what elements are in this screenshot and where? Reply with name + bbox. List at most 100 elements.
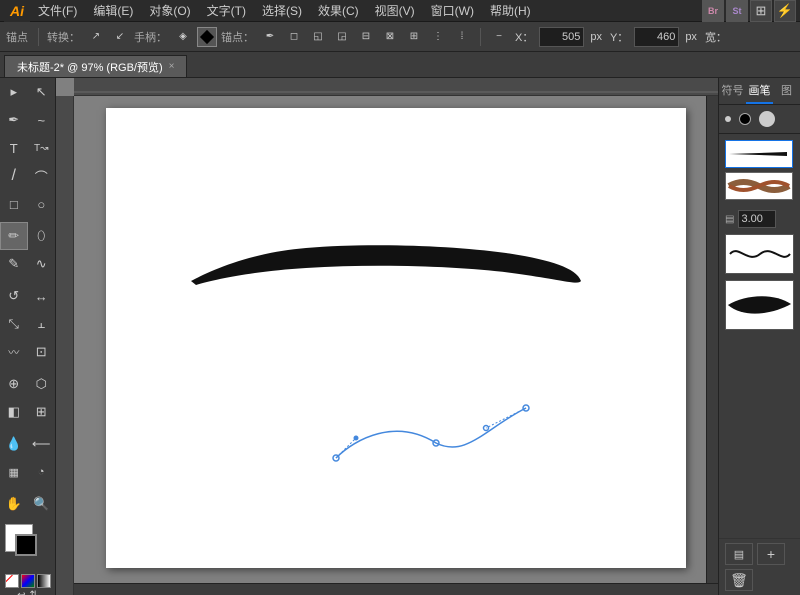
menu-type[interactable]: 文字(T) — [199, 0, 254, 22]
type-tool[interactable]: T — [0, 134, 28, 162]
brush-item-pattern[interactable] — [725, 172, 793, 200]
rotate-tool[interactable]: ↺ — [0, 282, 28, 310]
menu-select[interactable]: 选择(S) — [254, 0, 310, 22]
free-transform-tool[interactable]: ⊡ — [28, 338, 56, 366]
corner-btn2[interactable]: ◱ — [308, 27, 328, 47]
zoom-tool[interactable]: 🔍 — [28, 490, 56, 518]
menu-view[interactable]: 视图(V) — [367, 0, 423, 22]
brush-stroke — [186, 243, 586, 323]
align-btn1[interactable]: ⊟ — [356, 27, 376, 47]
reflect-tool[interactable]: ↔ — [28, 282, 56, 310]
shape-build-tool[interactable]: ⊕ — [0, 370, 28, 398]
tool-row-zoom: ✋ 🔍 — [0, 490, 55, 518]
gradient-icon[interactable] — [37, 574, 51, 588]
color-icon[interactable] — [21, 574, 35, 588]
tool-row-line: / ⌒ — [0, 162, 55, 190]
anchor-pt-btn[interactable]: ✒ — [260, 27, 280, 47]
none-color[interactable] — [5, 574, 19, 588]
handle-label: 手柄： — [134, 29, 167, 45]
menu-object[interactable]: 对象(O) — [141, 0, 198, 22]
delete-brush-btn[interactable]: 🗑 — [725, 569, 753, 591]
distrib-btn2[interactable]: ⁞ — [452, 27, 472, 47]
stroke-color-box[interactable] — [15, 534, 37, 556]
eyedropper-tool[interactable]: 💧 — [0, 430, 28, 458]
pie-chart-tool[interactable]: ◔ — [28, 458, 56, 486]
brush-preview-area — [719, 134, 800, 206]
arc-tool[interactable]: ⌒ — [28, 162, 56, 190]
warp-tool[interactable]: 〰 — [0, 338, 28, 366]
pen-tool[interactable]: ✒ — [0, 106, 28, 134]
tool-row-bar: ▦ ◔ — [0, 458, 55, 486]
align-btn3[interactable]: ⊞ — [404, 27, 424, 47]
corner-btn3[interactable]: ◲ — [332, 27, 352, 47]
bridge-btn[interactable]: Br — [702, 0, 724, 22]
default-color-btn[interactable]: ↩ — [17, 590, 25, 595]
canvas-area[interactable] — [56, 78, 718, 595]
rect-tool[interactable]: □ — [0, 190, 28, 218]
brush-size-icon: ▤ — [725, 214, 734, 225]
transform-label: 转换： — [47, 29, 80, 45]
ruler-vertical — [56, 96, 74, 595]
y-input[interactable] — [634, 27, 679, 47]
handle-btn1[interactable]: ◈ — [173, 27, 193, 47]
corner-btn1[interactable]: ◻ — [284, 27, 304, 47]
minus-btn[interactable]: − — [489, 27, 509, 47]
tab-bar: 未标题-2* @ 97% (RGB/预览) × — [0, 52, 800, 78]
gradient-tool[interactable]: ◧ — [0, 398, 28, 426]
transform-btn1[interactable]: ↗ — [86, 27, 106, 47]
scale-tool[interactable]: ⤡ — [0, 310, 28, 338]
brush-dot-medium[interactable] — [739, 113, 751, 125]
distrib-btn1[interactable]: ⋮ — [428, 27, 448, 47]
layout-btn[interactable]: ⊞ — [750, 0, 772, 22]
y-label: Y： — [610, 29, 628, 45]
menu-file[interactable]: 文件(F) — [30, 0, 85, 22]
brush-tool[interactable]: ✏ — [0, 222, 28, 250]
lightning-btn[interactable]: ⚡ — [774, 0, 796, 22]
menu-help[interactable]: 帮助(H) — [482, 0, 539, 22]
stock-btn[interactable]: St — [726, 0, 748, 22]
add-brush-btn[interactable]: + — [757, 543, 785, 565]
tab-close[interactable]: × — [169, 61, 175, 72]
live-paint-tool[interactable]: ⬡ — [28, 370, 56, 398]
panel-bottom-buttons: ▤ + 🗑 — [719, 538, 800, 595]
blob-brush-tool[interactable]: ⬯ — [28, 222, 56, 250]
swap-color-btn[interactable]: ⇅ — [30, 590, 38, 595]
brush-item-calligraphic[interactable] — [725, 140, 793, 168]
menu-edit[interactable]: 编辑(E) — [85, 0, 141, 22]
menu-effect[interactable]: 效果(C) — [310, 0, 367, 22]
brush-library-btn[interactable]: ▤ — [725, 543, 753, 565]
h-scrollbar[interactable] — [74, 583, 718, 595]
direct-select-tool[interactable]: ↖ — [28, 78, 56, 106]
panel-tab-brush[interactable]: 画笔 — [746, 78, 773, 104]
tool-row-pencil: ✎ ∿ — [0, 250, 55, 278]
x-input[interactable] — [539, 27, 584, 47]
select-tool[interactable]: ▸ — [0, 78, 28, 106]
panel-tab-symbol[interactable]: 符号 — [719, 78, 746, 104]
panel-tab-graph[interactable]: 图 — [773, 78, 800, 104]
bar-chart-tool[interactable]: ▦ — [0, 458, 28, 486]
doc-tab[interactable]: 未标题-2* @ 97% (RGB/预览) × — [4, 55, 187, 77]
hand-tool[interactable]: ✋ — [0, 490, 28, 518]
top-icons: Br St ⊞ ⚡ — [702, 0, 796, 22]
brush-dot-large[interactable] — [759, 111, 775, 127]
pencil-tool[interactable]: ✎ — [0, 250, 28, 278]
line-tool[interactable]: / — [0, 162, 28, 190]
align-btn2[interactable]: ⊠ — [380, 27, 400, 47]
measure-tool[interactable]: ⟵ — [28, 430, 56, 458]
sep2 — [480, 28, 481, 46]
ellipse-tool[interactable]: ○ — [28, 190, 56, 218]
menu-bar: Ai 文件(F) 编辑(E) 对象(O) 文字(T) 选择(S) 效果(C) 视… — [0, 0, 800, 22]
smooth-tool[interactable]: ∿ — [28, 250, 56, 278]
brush-dot-small[interactable] — [725, 116, 731, 122]
shear-tool[interactable]: ⫠ — [28, 310, 56, 338]
brush-size-input[interactable] — [738, 210, 776, 228]
mesh-tool[interactable]: ⊞ — [28, 398, 56, 426]
v-scrollbar[interactable] — [706, 96, 718, 583]
menu-window[interactable]: 窗口(W) — [423, 0, 482, 22]
type-path-tool[interactable]: T↝ — [28, 134, 56, 162]
transform-btn2[interactable]: ↙ — [110, 27, 130, 47]
handle-btn2[interactable] — [197, 27, 217, 47]
curvature-tool[interactable]: ~ — [28, 106, 56, 134]
color-area: ↩ ⇅ — [0, 518, 55, 595]
tool-row-pen: ✒ ~ — [0, 106, 55, 134]
